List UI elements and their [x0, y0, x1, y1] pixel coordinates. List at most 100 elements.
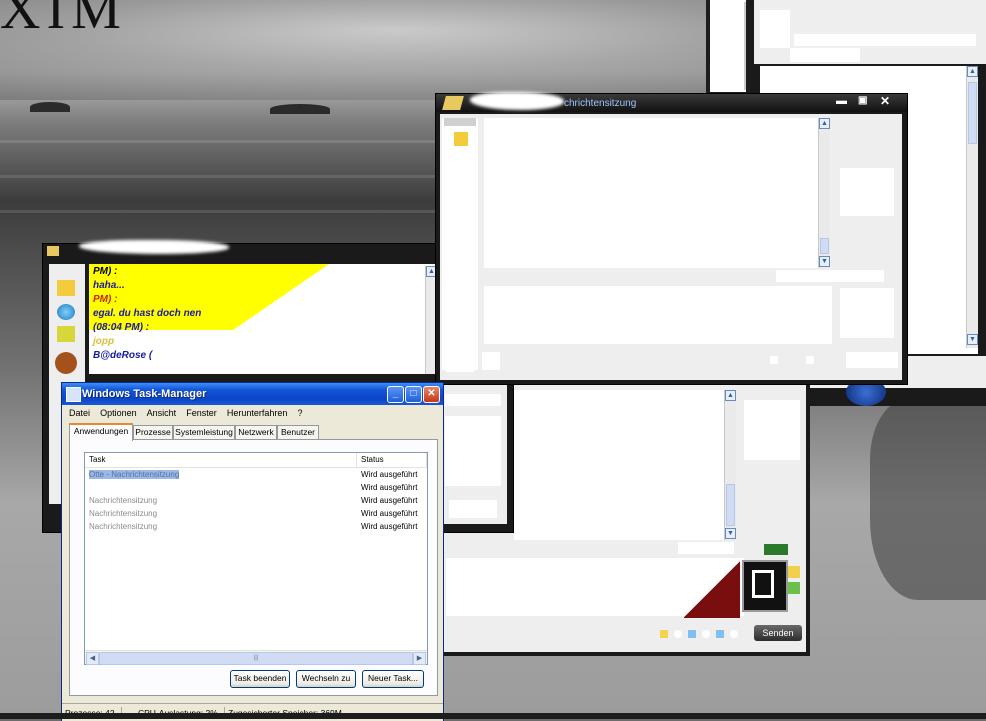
applications-panel: Task Status Otte - Nachrichtensitzung Wi… [69, 439, 438, 696]
task-row[interactable]: Nachrichtensitzung Wird ausgeführt [85, 507, 427, 520]
switch-to-button[interactable]: Wechseln zu [296, 670, 356, 688]
msn-icon [442, 96, 464, 110]
scroll-left-icon[interactable]: ◀ [86, 652, 99, 665]
task-name: Otte - Nachrichtensitzung [89, 470, 180, 479]
collapse-handle[interactable] [444, 118, 476, 126]
task-manager-window: Windows Task-Manager _ □ ✕ Datei Optione… [61, 382, 444, 721]
wallpaper-figure [870, 400, 986, 600]
close-icon[interactable]: ✕ [880, 94, 890, 108]
home-icon[interactable] [788, 582, 800, 594]
scroll-thumb[interactable]: ||| [99, 652, 413, 665]
tab-prozesse[interactable]: Prozesse [133, 425, 173, 439]
task-name: Nachrichtensitzung [89, 522, 158, 531]
task-manager-icon [66, 387, 81, 402]
task-row[interactable]: Nachrichtensitzung Wird ausgeführt [85, 494, 427, 507]
font-icon[interactable] [660, 630, 668, 638]
send-button[interactable]: Senden [754, 625, 802, 641]
chat-line: jopp [93, 336, 115, 347]
task-list[interactable]: Task Status Otte - Nachrichtensitzung Wi… [84, 452, 428, 665]
contact-picture [840, 168, 894, 216]
message-input[interactable] [484, 286, 832, 344]
wallpaper-wave [0, 210, 440, 213]
chat-line: (08:04 PM) : [93, 322, 150, 333]
new-task-button[interactable]: Neuer Task... [362, 670, 424, 688]
window-title: Windows Task-Manager [82, 388, 207, 400]
decor-wedge [684, 560, 740, 618]
minimize-icon[interactable]: _ [387, 386, 404, 403]
redacted-title [79, 240, 229, 254]
nudge-icon[interactable] [730, 630, 738, 638]
menu-herunterfahren[interactable]: Herunterfahren [227, 405, 288, 421]
scroll-down-icon[interactable]: ▼ [725, 528, 736, 539]
notes-icon[interactable] [454, 132, 468, 146]
scroll-thumb[interactable] [820, 238, 829, 254]
image-icon[interactable] [688, 630, 696, 638]
wallpaper-island [30, 102, 70, 112]
menu-fenster[interactable]: Fenster [186, 405, 217, 421]
my-picture [840, 288, 894, 338]
task-row[interactable]: Wird ausgeführt [85, 481, 427, 494]
msn-icon [47, 246, 59, 256]
chat-line: egal. du hast doch nen [93, 308, 202, 319]
window-title: chrichtensitzung [564, 98, 637, 109]
menu-datei[interactable]: Datei [69, 405, 90, 421]
chat-line: PM) : [93, 266, 118, 277]
wink-icon[interactable] [702, 630, 710, 638]
globe-icon[interactable] [57, 304, 75, 320]
menu-bar: Datei Optionen Ansicht Fenster Herunterf… [62, 405, 443, 421]
format-toolbar [776, 270, 884, 282]
emoticon-icon[interactable] [764, 544, 788, 555]
maximize-icon[interactable]: □ [405, 386, 422, 403]
task-row[interactable]: Otte - Nachrichtensitzung Wird ausgeführ… [85, 468, 427, 481]
tab-systemleistung[interactable]: Systemleistung [173, 425, 235, 439]
toolbar-button[interactable] [446, 346, 474, 372]
chat-history [484, 118, 820, 268]
chat-scrollbar[interactable]: ▲ ▼ [818, 118, 830, 268]
end-task-button[interactable]: Task beenden [230, 670, 290, 688]
menu-help[interactable]: ? [297, 405, 302, 421]
scroll-thumb[interactable] [968, 82, 977, 144]
close-icon[interactable]: ✕ [423, 386, 440, 403]
scroll-right-icon[interactable]: ▶ [413, 652, 426, 665]
column-task[interactable]: Task [85, 453, 357, 467]
file-icon[interactable] [716, 630, 724, 638]
lion-avatar-icon [55, 352, 77, 374]
toolbar-icon[interactable] [770, 356, 778, 364]
messenger-main-window: chrichtensitzung ▬ ▣ ✕ ▲ ▼ [435, 92, 908, 385]
task-status: Wird ausgeführt [361, 496, 418, 505]
tab-netzwerk[interactable]: Netzwerk [235, 425, 277, 439]
vertical-scrollbar[interactable]: ▲ ▼ [966, 66, 978, 348]
scroll-up-icon[interactable]: ▲ [819, 118, 830, 129]
task-status: Wird ausgeführt [361, 470, 418, 479]
maximize-icon[interactable]: ▣ [858, 95, 867, 106]
scroll-down-icon[interactable]: ▼ [967, 334, 978, 345]
tab-benutzer[interactable]: Benutzer [277, 425, 319, 439]
toolbar-icon[interactable] [806, 356, 814, 364]
taskbar [0, 713, 986, 719]
chat-line: B@deRose ( [93, 350, 153, 361]
menu-optionen[interactable]: Optionen [100, 405, 137, 421]
task-row[interactable]: Nachrichtensitzung Wird ausgeführt [85, 520, 427, 533]
color-icon[interactable] [674, 630, 682, 638]
right-panel [439, 384, 507, 524]
chat-scrollbar[interactable]: ▲ ▼ [724, 390, 736, 540]
scroll-up-icon[interactable]: ▲ [725, 390, 736, 401]
wallpaper-wave [0, 175, 440, 178]
notes-icon[interactable] [57, 280, 75, 296]
scroll-up-icon[interactable]: ▲ [967, 66, 978, 77]
scroll-thumb[interactable] [726, 484, 735, 526]
chat-icon[interactable] [57, 326, 75, 342]
background-window-edge [706, 0, 750, 94]
list-header: Task Status [85, 453, 427, 468]
horizontal-scrollbar[interactable]: ◀ ||| ▶ [85, 650, 427, 665]
wallpaper-ship [270, 104, 330, 114]
send-button-blank[interactable] [846, 352, 898, 368]
menu-ansicht[interactable]: Ansicht [147, 405, 177, 421]
tab-anwendungen[interactable]: Anwendungen [69, 423, 133, 441]
column-status[interactable]: Status [357, 453, 427, 467]
toolbar-button[interactable] [482, 352, 500, 370]
note-icon[interactable] [788, 566, 800, 578]
highlight-region [89, 264, 329, 330]
scroll-down-icon[interactable]: ▼ [819, 256, 830, 267]
minimize-icon[interactable]: ▬ [836, 95, 847, 107]
